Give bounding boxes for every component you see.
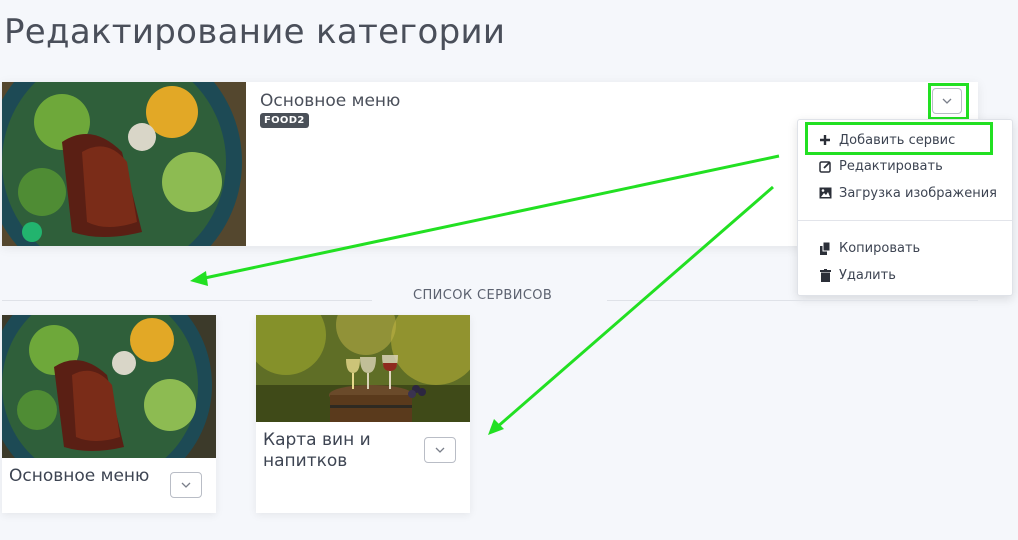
category-name: Основное меню — [260, 91, 401, 111]
menu-item-label: Удалить — [839, 267, 896, 283]
page-title: Редактирование категории — [4, 12, 506, 52]
category-code-badge: FOOD2 — [260, 113, 309, 128]
menu-item-label: Копировать — [839, 240, 921, 256]
section-divider-left — [2, 300, 372, 301]
chevron-down-icon — [181, 482, 191, 488]
menu-item-label: Загрузка изображения — [839, 185, 997, 201]
service-name: Основное меню — [9, 466, 150, 486]
highlight-box-options — [928, 83, 969, 120]
services-section-title: СПИСОК СЕРВИСОВ — [413, 288, 553, 303]
section-divider-right — [607, 300, 978, 301]
menu-divider — [798, 220, 1012, 221]
image-icon — [818, 186, 832, 200]
service-card-wine-list[interactable]: Карта вин и напитков — [256, 315, 470, 513]
menu-item-copy[interactable]: Копировать — [818, 238, 920, 258]
service-image — [2, 315, 216, 458]
menu-item-edit[interactable]: Редактировать — [818, 156, 943, 176]
category-image — [2, 82, 246, 246]
copy-icon — [818, 241, 832, 255]
trash-icon — [818, 268, 832, 282]
edit-icon — [818, 159, 832, 173]
highlight-box-add-service — [805, 122, 993, 155]
menu-item-label: Редактировать — [839, 158, 943, 174]
menu-item-upload-image[interactable]: Загрузка изображения — [818, 183, 997, 203]
arrow-head-icon — [190, 271, 208, 286]
menu-item-delete[interactable]: Удалить — [818, 265, 896, 285]
service-options-button[interactable] — [424, 437, 456, 463]
service-card-main-menu[interactable]: Основное меню — [2, 315, 216, 513]
service-name: Карта вин и напитков — [263, 430, 371, 471]
service-image — [256, 315, 470, 422]
chevron-down-icon — [435, 447, 445, 453]
service-options-button[interactable] — [170, 472, 202, 498]
arrow-head-icon — [488, 419, 504, 435]
